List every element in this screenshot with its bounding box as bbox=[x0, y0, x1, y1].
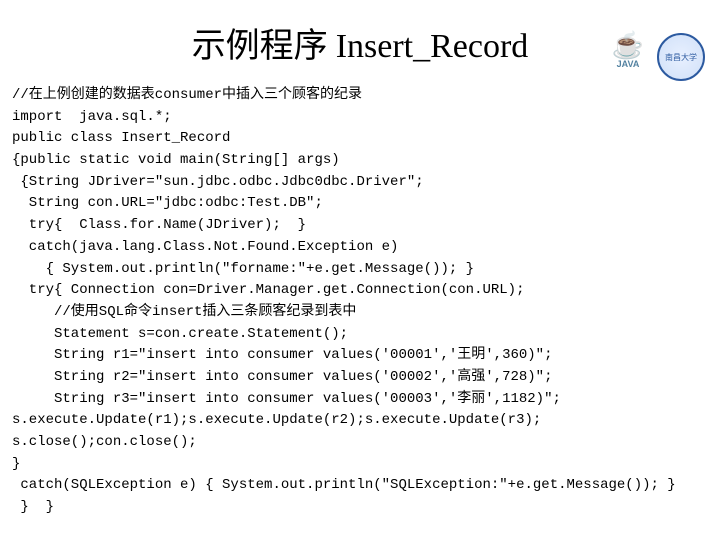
university-logo: 南昌大学 bbox=[657, 33, 705, 81]
code-line: s.execute.Update(r1);s.execute.Update(r2… bbox=[12, 412, 541, 428]
code-line: catch(java.lang.Class.Not.Found.Exceptio… bbox=[12, 239, 398, 255]
code-line: import java.sql.*; bbox=[12, 109, 172, 125]
title-english: Insert_Record bbox=[336, 28, 529, 65]
code-line: public class Insert_Record bbox=[12, 130, 230, 146]
code-line: s.close();con.close(); bbox=[12, 434, 197, 450]
java-logo: ☕ JAVA bbox=[607, 33, 649, 81]
code-line: {String JDriver="sun.jdbc.odbc.Jdbc0dbc.… bbox=[12, 174, 424, 190]
code-line: String r2="insert into consumer values('… bbox=[12, 369, 552, 385]
code-line: //在上例创建的数据表consumer中插入三个顾客的纪录 bbox=[12, 87, 362, 103]
code-line: String con.URL="jdbc:odbc:Test.DB"; bbox=[12, 195, 323, 211]
code-line: } bbox=[12, 456, 20, 472]
code-line: } } bbox=[12, 499, 54, 515]
code-line: catch(SQLException e) { System.out.print… bbox=[12, 477, 676, 493]
code-block: //在上例创建的数据表consumer中插入三个顾客的纪录 import jav… bbox=[0, 85, 720, 519]
code-line: String r1="insert into consumer values('… bbox=[12, 347, 552, 363]
java-cup-icon: ☕ bbox=[612, 33, 644, 59]
code-line: try{ Connection con=Driver.Manager.get.C… bbox=[12, 282, 524, 298]
code-line: {public static void main(String[] args) bbox=[12, 152, 340, 168]
university-logo-text: 南昌大学 bbox=[665, 52, 697, 63]
title-chinese: 示例程序 bbox=[192, 28, 328, 65]
code-line: try{ Class.for.Name(JDriver); } bbox=[12, 217, 306, 233]
logo-group: ☕ JAVA 南昌大学 bbox=[607, 33, 705, 81]
code-line: Statement s=con.create.Statement(); bbox=[12, 326, 348, 342]
java-label: JAVA bbox=[617, 59, 640, 69]
code-line: String r3="insert into consumer values('… bbox=[12, 391, 561, 407]
code-line: //使用SQL命令insert插入三条顾客纪录到表中 bbox=[12, 304, 356, 320]
code-line: { System.out.println("forname:"+e.get.Me… bbox=[12, 261, 474, 277]
